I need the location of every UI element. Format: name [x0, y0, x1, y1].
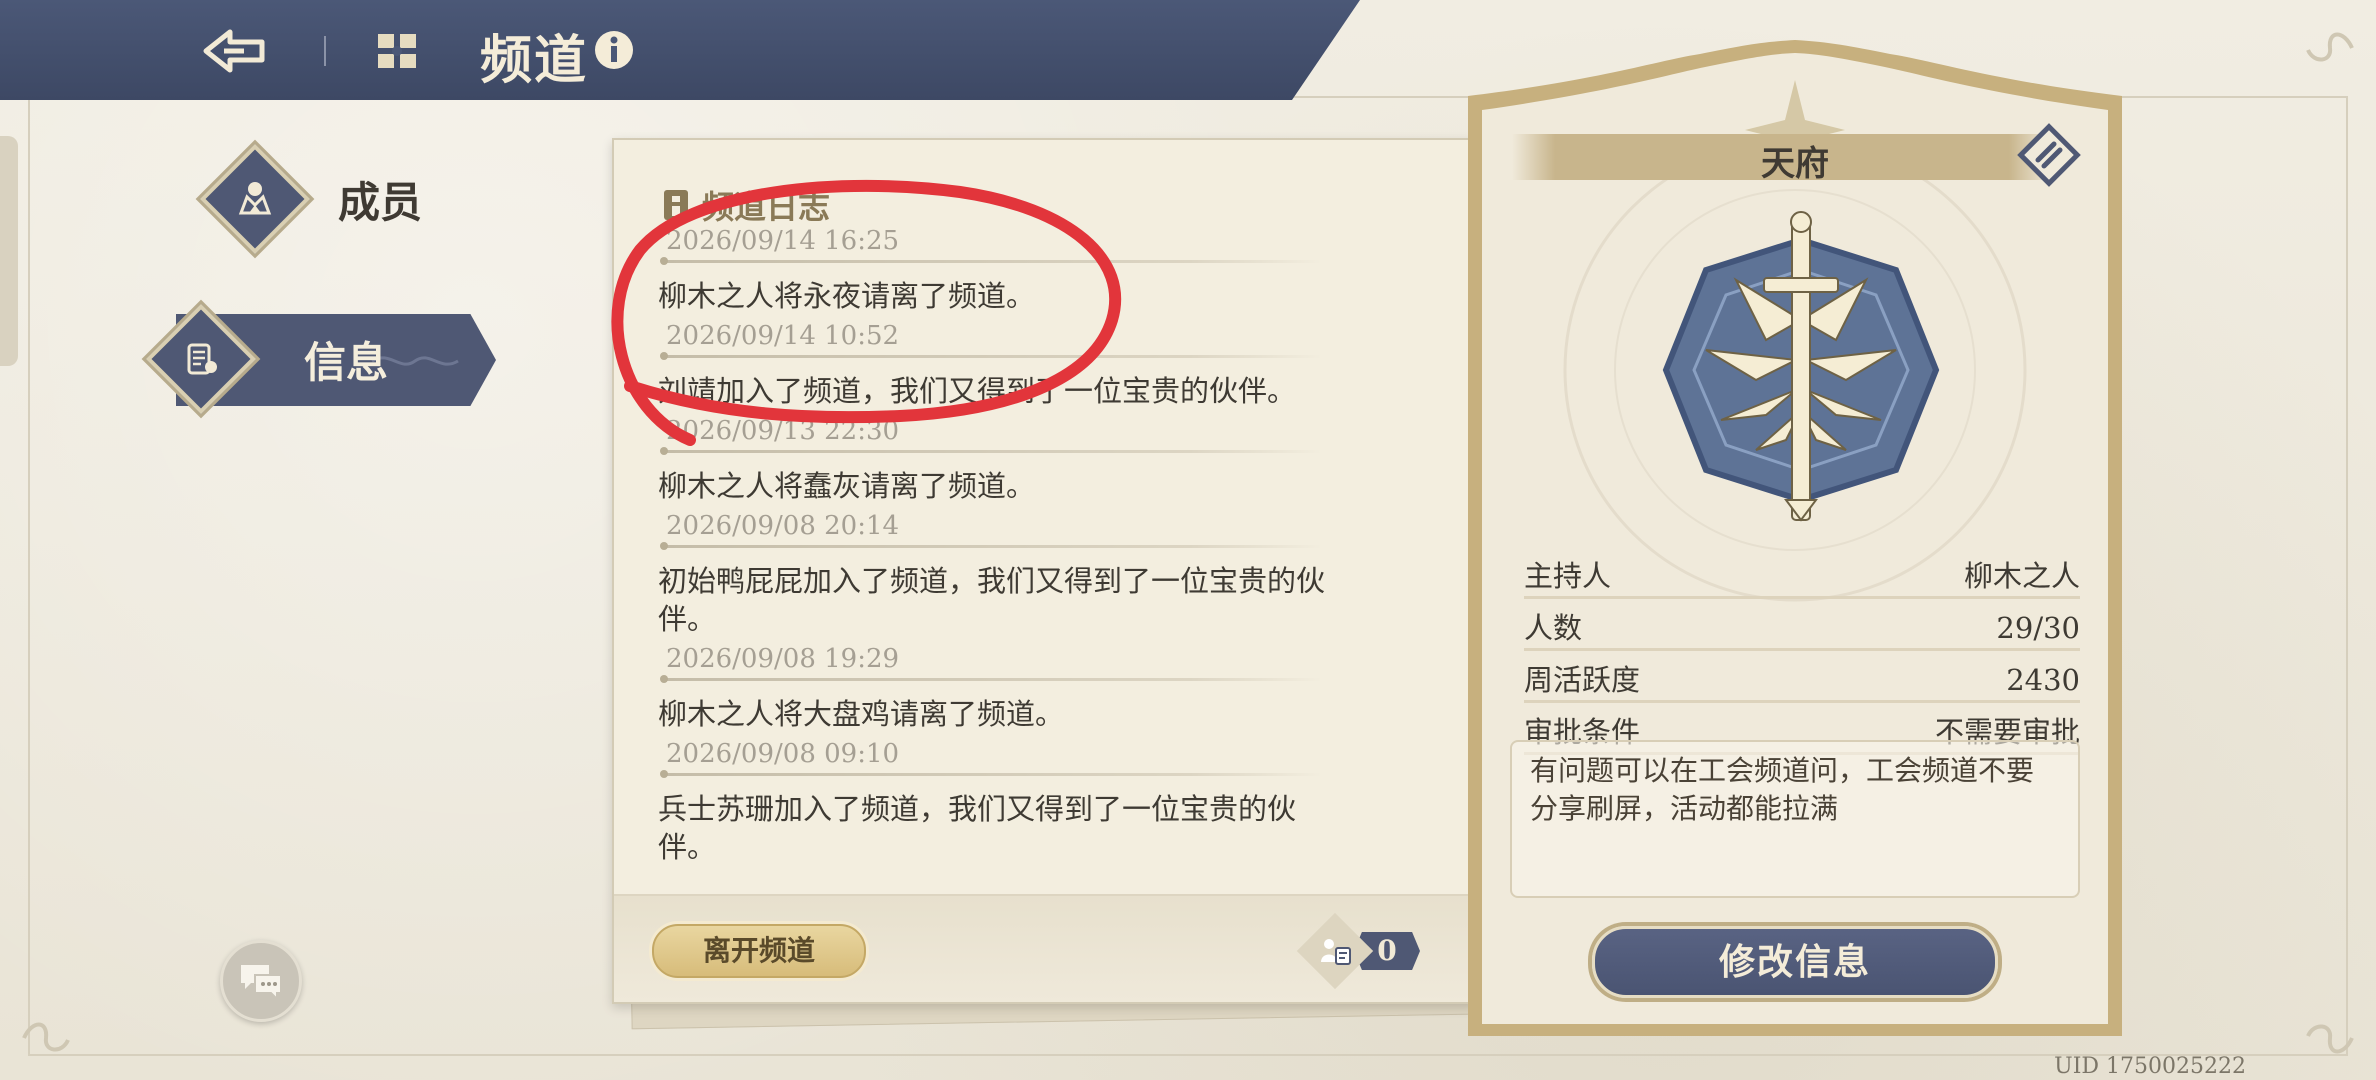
log-entry-text: 柳木之人将蠢灰请离了频道。	[658, 469, 1036, 503]
log-title: 频道日志	[702, 188, 831, 226]
edit-emblem-icon[interactable]	[2016, 122, 2082, 188]
corner-ornament-icon	[22, 1022, 70, 1052]
log-entry-text: 初始鸭屁屁加入了频道，我们又得到了一位宝贵的伙伴。	[658, 564, 1326, 636]
stat-value: 柳木之人	[1963, 559, 2080, 593]
members-icon	[199, 143, 311, 255]
log-entry: 2026/09/14 16:25 柳木之人将永夜请离了频道。	[658, 226, 1478, 315]
stat-value: 2430	[2006, 663, 2080, 697]
nav-info[interactable]: 信息	[145, 303, 389, 415]
log-panel: 频道日志 2026/09/14 16:25 柳木之人将永夜请离了频道。 2026…	[612, 138, 1476, 1004]
join-requests-button[interactable]: 0	[1296, 912, 1420, 990]
nav-info-label: 信息	[304, 337, 389, 387]
log-entry-text: 兵士苏珊加入了频道，我们又得到了一位宝贵的伙伴。	[658, 792, 1297, 864]
log-book-icon	[664, 190, 688, 220]
log-entry-time: 2026/09/13 22:30	[666, 416, 900, 446]
stat-label: 周活跃度	[1524, 663, 1641, 697]
nav-members-label: 成员	[338, 177, 423, 227]
log-divider	[660, 352, 1322, 360]
uid-label: UID 1750025222	[2054, 1054, 2246, 1079]
log-entry-text: 柳木之人将大盘鸡请离了频道。	[658, 697, 1065, 731]
corner-ornament-icon	[2306, 32, 2354, 62]
log-entry-time: 2026/09/08 09:10	[666, 739, 900, 769]
scroll-icon	[145, 303, 257, 415]
log-entry-text: 刘靖加入了频道，我们又得到了一位宝贵的伙伴。	[658, 374, 1297, 408]
stat-label: 主持人	[1524, 559, 1612, 593]
edit-info-button[interactable]: 修改信息	[1592, 926, 1998, 998]
guild-info-card: 天府 主持人 柳木之人 人数 29/30 周活跃度 2430 审批条件 不需要审…	[1460, 40, 2130, 1040]
log-entry-time: 2026/09/08 20:14	[666, 511, 900, 541]
guild-stats: 主持人 柳木之人 人数 29/30 周活跃度 2430 审批条件 不需要审批	[1524, 556, 2080, 764]
banner-separator	[324, 36, 326, 66]
leave-channel-button[interactable]: 离开频道	[652, 924, 866, 978]
log-divider	[660, 770, 1322, 778]
back-icon[interactable]	[200, 24, 268, 78]
log-entry: 2026/09/08 19:29 柳木之人将大盘鸡请离了频道。	[658, 644, 1478, 733]
guild-notice: 有问题可以在工会频道问，工会频道不要分享刷屏，活动都能拉满	[1510, 740, 2080, 898]
log-entry: 2026/09/14 10:52 刘靖加入了频道，我们又得到了一位宝贵的伙伴。	[658, 321, 1478, 410]
log-footer: 离开频道 0	[614, 894, 1474, 1002]
sword-emblem-icon	[1662, 211, 1940, 522]
stat-value: 29/30	[1996, 611, 2080, 645]
log-entry-text: 柳木之人将永夜请离了频道。	[658, 279, 1036, 313]
log-entry-time: 2026/09/14 16:25	[666, 226, 900, 256]
log-divider	[660, 257, 1322, 265]
log-divider	[660, 542, 1322, 550]
page-title: 频道	[480, 30, 589, 91]
stat-row-weekly-activity: 周活跃度 2430	[1524, 660, 2080, 703]
nav-members[interactable]: 成员	[199, 143, 423, 255]
join-request-icon	[1296, 912, 1374, 990]
chat-button[interactable]	[220, 940, 302, 1022]
log-entry: 2026/09/08 09:10 兵士苏珊加入了频道，我们又得到了一位宝贵的伙伴…	[658, 739, 1478, 866]
log-entry-time: 2026/09/14 10:52	[666, 321, 900, 351]
log-divider	[660, 447, 1322, 455]
guild-menu-icon[interactable]	[374, 30, 420, 72]
log-entry: 2026/09/13 22:30 柳木之人将蠢灰请离了频道。	[658, 416, 1478, 505]
info-icon[interactable]	[594, 30, 634, 70]
corner-ornament-icon	[2306, 1024, 2354, 1054]
log-entry: 2026/09/08 20:14 初始鸭屁屁加入了频道，我们又得到了一位宝贵的伙…	[658, 511, 1478, 638]
stat-label: 人数	[1524, 611, 1583, 645]
log-divider	[660, 675, 1322, 683]
chat-bubble-icon	[241, 965, 282, 1001]
log-header: 频道日志	[662, 182, 830, 228]
stat-row-members: 人数 29/30	[1524, 608, 2080, 651]
left-edge-tab	[0, 136, 18, 366]
log-entry-time: 2026/09/08 19:29	[666, 644, 900, 674]
stat-row-host: 主持人 柳木之人	[1524, 556, 2080, 599]
guild-emblem	[1646, 200, 1956, 540]
